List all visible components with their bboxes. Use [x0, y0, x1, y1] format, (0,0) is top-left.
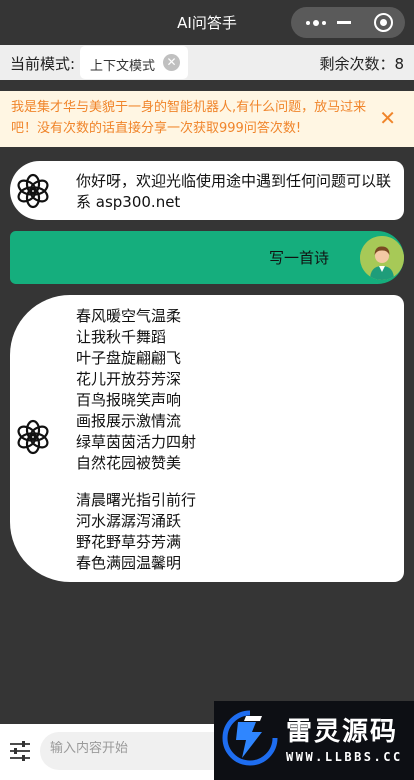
poem-text: 春风暖空气温柔 让我秋千舞蹈 叶子盘旋翩翩飞 花儿开放芬芳深 百鸟报晓笑声响 画… [76, 306, 392, 574]
poem-line: 河水潺潺泻涌跃 [76, 512, 182, 530]
notice-text: 我是集才华与美貌于一身的智能机器人,有什么问题，放马过来吧！没有次数的话直接分享… [11, 100, 367, 136]
ai-message-poem: 春风暖空气温柔 让我秋千舞蹈 叶子盘旋翩翩飞 花儿开放芬芳深 百鸟报晓笑声响 画… [10, 295, 404, 582]
user-message: 写一首诗 [10, 231, 404, 284]
ai-message-welcome: 你好呀，欢迎光临使用途中遇到任何问题可以联系 asp300.net [10, 161, 404, 220]
poem-line: 清晨曙光指引前行 [76, 491, 197, 509]
sliders-icon[interactable] [9, 741, 31, 761]
poem-line: 春色满园温馨明 [76, 554, 182, 572]
clear-mode-icon[interactable]: ✕ [163, 54, 180, 71]
stanza-gap [76, 474, 392, 490]
watermark: 雷灵源码 WWW.LLBBS.CC [214, 701, 414, 780]
poem-line: 花儿开放芬芳深 [76, 370, 182, 388]
watermark-url: WWW.LLBBS.CC [286, 750, 403, 764]
more-dots-icon[interactable] [301, 7, 331, 38]
mode-bar: 当前模式: 上下文模式 ✕ 剩余次数：8 [0, 45, 414, 80]
notice-close-icon[interactable]: ✕ [379, 106, 396, 130]
close-circle-icon[interactable] [374, 13, 393, 32]
poem-line: 绿草茵茵活力四射 [76, 433, 197, 451]
watermark-logo-icon [222, 710, 278, 766]
ai-message-text: 你好呀，欢迎光临使用途中遇到任何问题可以联系 asp300.net [76, 172, 392, 211]
user-message-text: 写一首诗 [268, 249, 329, 267]
mode-label: 当前模式: [10, 55, 76, 73]
poem-line: 画报展示激情流 [76, 412, 182, 430]
mode-chip[interactable]: 上下文模式 ✕ [80, 46, 188, 79]
openai-logo-icon [17, 419, 49, 455]
mode-chip-label: 上下文模式 [90, 59, 156, 74]
poem-line: 春风暖空气温柔 [76, 307, 182, 325]
openai-logo-icon [17, 173, 49, 209]
navigation-bar: AI问答手 [0, 0, 414, 45]
minimize-icon[interactable] [337, 21, 351, 24]
remaining-count: 剩余次数：8 [319, 55, 404, 73]
miniprogram-capsule [291, 7, 405, 38]
poem-line: 让我秋千舞蹈 [76, 328, 167, 346]
poem-line: 叶子盘旋翩翩飞 [76, 349, 182, 367]
watermark-title: 雷灵源码 [286, 717, 399, 747]
user-avatar-icon [360, 236, 404, 280]
poem-line: 百鸟报晓笑声响 [76, 391, 182, 409]
poem-line: 野花野草芬芳满 [76, 533, 182, 551]
poem-line: 自然花园被赞美 [76, 454, 182, 472]
notice-banner: 我是集才华与美貌于一身的智能机器人,有什么问题，放马过来吧！没有次数的话直接分享… [0, 91, 414, 147]
